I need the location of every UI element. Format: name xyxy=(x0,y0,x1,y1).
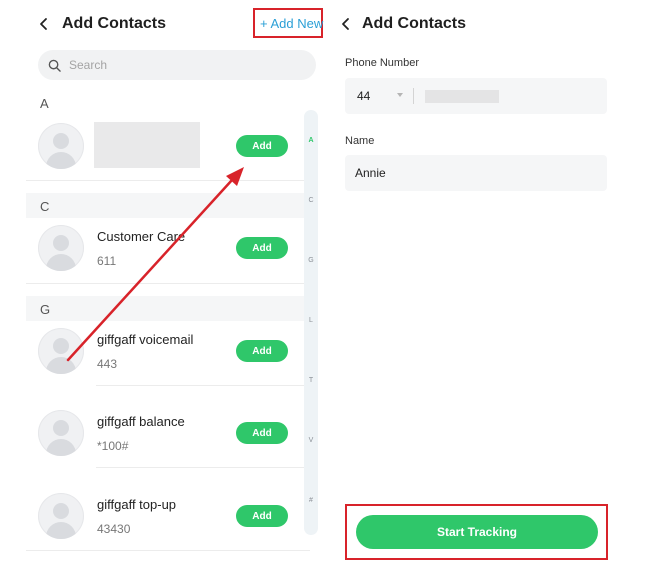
index-letter[interactable]: L xyxy=(304,317,318,324)
index-letter[interactable]: G xyxy=(304,257,318,264)
divider xyxy=(96,467,308,468)
search-icon xyxy=(48,59,61,72)
add-contact-button[interactable]: Add xyxy=(236,237,288,259)
index-letter[interactable]: V xyxy=(304,437,318,444)
page-title: Add Contacts xyxy=(62,15,166,32)
name-label: Name xyxy=(345,135,375,147)
contact-number: 43430 xyxy=(97,522,131,536)
redacted-phone-number xyxy=(425,90,499,103)
contact-name: giffgaff top-up xyxy=(97,497,177,512)
add-contact-button[interactable]: Add xyxy=(236,340,288,362)
chevron-left-icon xyxy=(40,18,47,30)
contacts-list-screen: Add Contacts + Add New A Add C Customer … xyxy=(24,0,326,568)
avatar xyxy=(38,123,84,169)
divider xyxy=(26,180,310,181)
alphabet-index[interactable]: A C G L T V # xyxy=(304,110,318,535)
country-code-select[interactable]: 44 xyxy=(357,89,370,103)
list-item[interactable]: giffgaff voicemail 443 Add xyxy=(26,311,310,391)
index-letter[interactable]: C xyxy=(304,197,318,204)
divider xyxy=(96,385,308,386)
avatar xyxy=(38,493,84,539)
divider xyxy=(26,283,310,284)
name-input[interactable] xyxy=(355,155,595,191)
search-bar[interactable] xyxy=(38,50,316,80)
redacted-contact-info xyxy=(94,122,200,168)
contact-number: *100# xyxy=(97,439,129,453)
back-button[interactable] xyxy=(32,12,56,36)
contact-name: Customer Care xyxy=(97,229,186,244)
contact-name: giffgaff voicemail xyxy=(97,332,194,347)
contact-name: giffgaff balance xyxy=(97,414,185,429)
index-letter[interactable]: # xyxy=(304,497,318,504)
phone-number-field[interactable]: 44 xyxy=(345,78,607,114)
add-new-button[interactable]: + Add New xyxy=(260,16,323,31)
start-tracking-button[interactable]: Start Tracking xyxy=(356,515,598,549)
chevron-down-icon xyxy=(397,93,403,97)
avatar xyxy=(38,225,84,271)
avatar xyxy=(38,410,84,456)
page-title: Add Contacts xyxy=(362,15,466,32)
avatar xyxy=(38,328,84,374)
list-item[interactable]: Customer Care 611 Add xyxy=(26,208,310,288)
contact-number: 443 xyxy=(97,357,118,371)
add-contact-button[interactable]: Add xyxy=(236,135,288,157)
list-item[interactable]: giffgaff balance *100# Add xyxy=(26,393,310,473)
phone-number-label: Phone Number xyxy=(345,57,419,69)
back-button[interactable] xyxy=(334,12,358,36)
add-contact-button[interactable]: Add xyxy=(236,422,288,444)
index-letter[interactable]: A xyxy=(304,137,318,144)
list-item[interactable]: giffgaff top-up 43430 Add xyxy=(26,476,310,556)
index-letter[interactable]: T xyxy=(304,377,318,384)
search-input[interactable] xyxy=(69,58,299,72)
name-field[interactable] xyxy=(345,155,607,191)
contact-number: 611 xyxy=(97,254,117,268)
add-contact-button[interactable]: Add xyxy=(236,505,288,527)
divider xyxy=(26,550,310,551)
chevron-left-icon xyxy=(342,18,349,30)
divider xyxy=(413,88,414,104)
